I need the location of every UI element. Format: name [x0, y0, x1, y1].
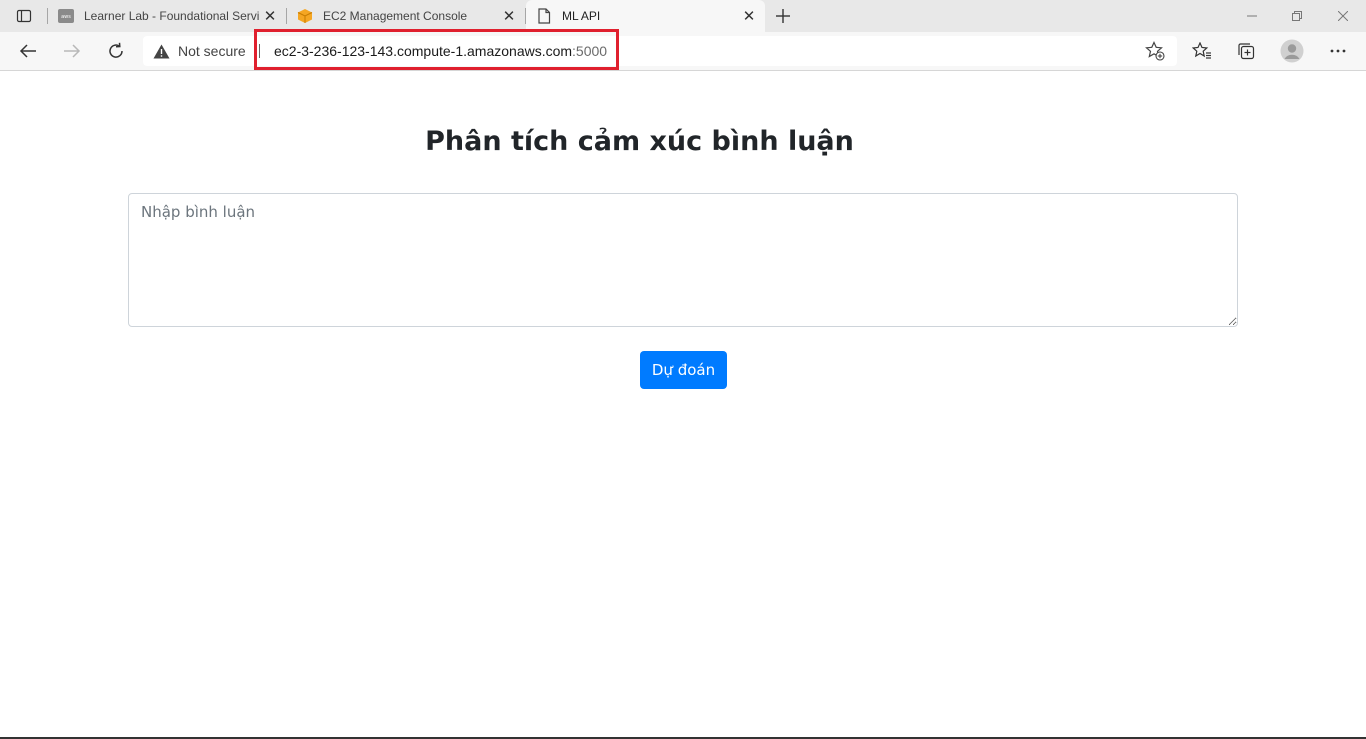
site-info-chip[interactable]: Not secure — [153, 36, 246, 66]
tab-learner-lab[interactable]: aws Learner Lab - Foundational Servi ✕ — [48, 0, 287, 32]
tab-ec2-console[interactable]: EC2 Management Console ✕ — [287, 0, 526, 32]
ec2-box-icon — [297, 8, 313, 24]
aws-icon: aws — [58, 8, 74, 24]
close-tab-icon[interactable]: ✕ — [262, 8, 278, 25]
browser-toolbar: Not secure ec2-3-236-123-143.compute-1.a… — [0, 32, 1366, 71]
close-window-icon[interactable] — [1320, 0, 1366, 32]
tab-ml-api[interactable]: ML API ✕ — [526, 0, 765, 32]
svg-text:aws: aws — [61, 14, 71, 20]
back-icon[interactable] — [12, 35, 44, 67]
tab-title: Learner Lab - Foundational Servi — [84, 9, 260, 23]
warning-icon — [153, 44, 170, 59]
url-highlight-box — [254, 29, 619, 70]
tab-title: EC2 Management Console — [323, 9, 468, 23]
collections-icon[interactable] — [1230, 35, 1262, 67]
restore-icon[interactable] — [1274, 0, 1320, 32]
close-tab-icon[interactable]: ✕ — [501, 8, 517, 25]
close-tab-icon[interactable]: ✕ — [741, 8, 757, 25]
tab-actions-icon[interactable] — [8, 4, 40, 28]
profile-avatar-icon[interactable] — [1276, 35, 1308, 67]
new-tab-icon[interactable] — [770, 4, 796, 28]
more-options-icon[interactable] — [1322, 35, 1354, 67]
favorites-icon[interactable] — [1186, 35, 1218, 67]
add-favorite-icon[interactable] — [1139, 35, 1171, 67]
not-secure-label: Not secure — [178, 43, 246, 59]
comment-input[interactable] — [128, 193, 1238, 327]
refresh-icon[interactable] — [100, 35, 132, 67]
page-title: Phân tích cảm xúc bình luận — [425, 126, 854, 157]
predict-button[interactable]: Dự đoán — [640, 351, 727, 389]
page-icon — [536, 8, 552, 24]
minimize-icon[interactable] — [1229, 0, 1275, 32]
tab-strip: aws Learner Lab - Foundational Servi ✕ E… — [0, 0, 1366, 32]
forward-icon[interactable] — [56, 35, 88, 67]
tab-title: ML API — [562, 9, 601, 23]
